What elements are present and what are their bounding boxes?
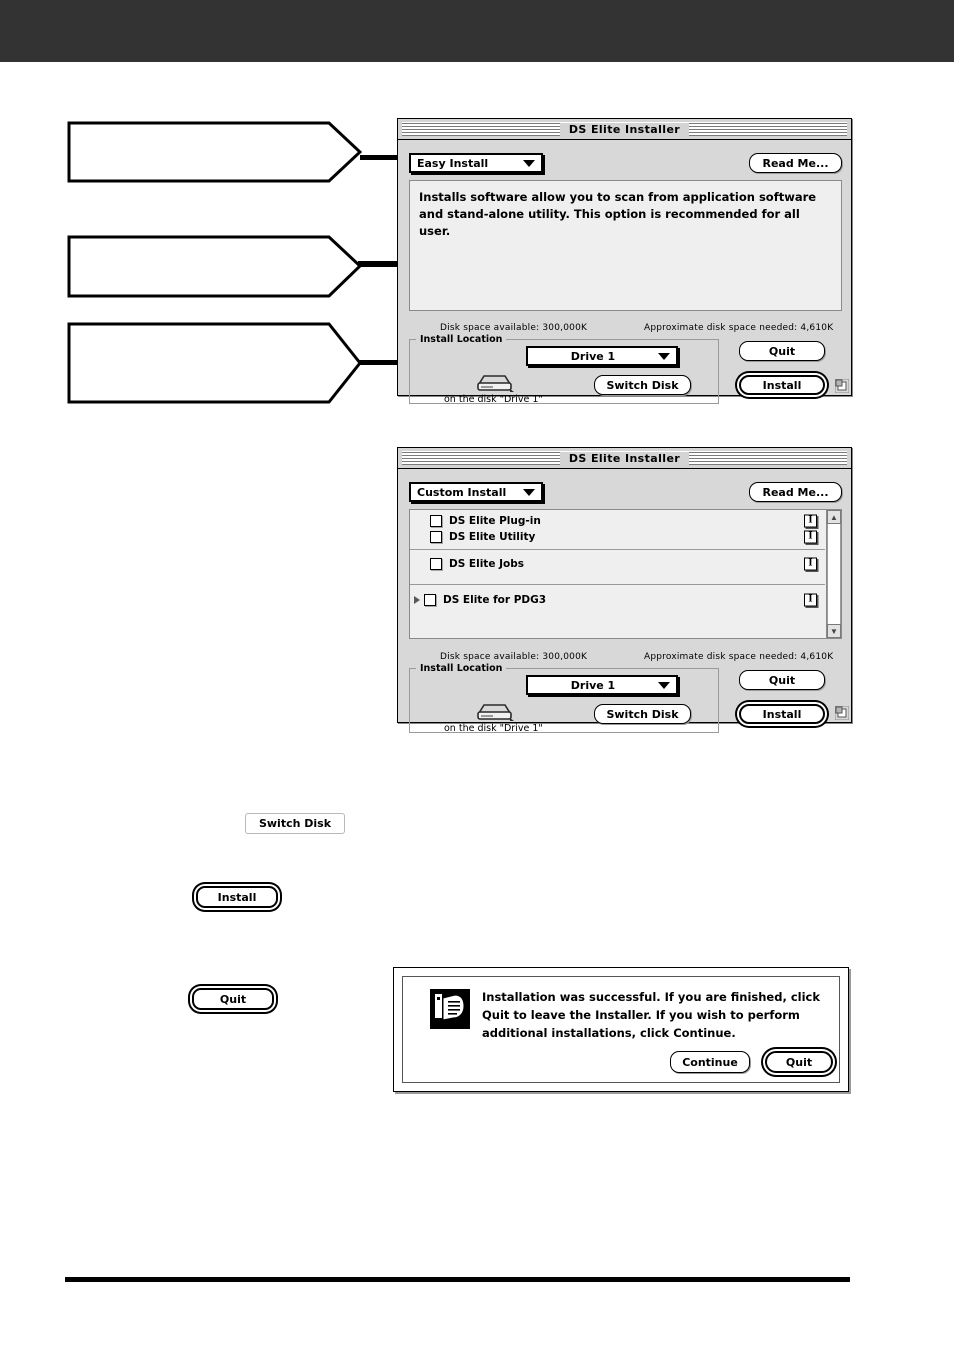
hard-disk-icon	[477, 375, 514, 392]
list-item-label: DS Elite for PDG3	[443, 594, 547, 606]
dialog-quit-label: Quit	[785, 1055, 813, 1069]
callout-install-type	[67, 121, 362, 183]
quit-button-custom[interactable]: Quit	[739, 670, 825, 690]
destination-drive-popup-label: Drive 1	[570, 349, 616, 363]
scroll-down-arrow-icon[interactable]: ▼	[827, 624, 841, 638]
info-icon[interactable]: I	[804, 593, 817, 607]
switch-disk-button-label: Switch Disk	[606, 707, 679, 721]
disclosure-triangle-icon[interactable]	[414, 596, 420, 604]
list-group: DS Elite for PDG3 I	[410, 592, 825, 656]
disk-space-available-easy: Disk space available: 300,000K	[440, 323, 588, 333]
installer-document-icon	[430, 989, 470, 1029]
custom-install-window-title: DS Elite Installer	[559, 451, 690, 465]
scroll-up-arrow-icon[interactable]: ▲	[827, 510, 841, 524]
info-icon[interactable]: I	[804, 557, 817, 571]
list-group: DS Elite Jobs I	[410, 556, 825, 585]
install-type-popup-label: Custom Install	[417, 485, 507, 499]
chevron-down-icon	[658, 681, 670, 689]
checkbox-ds-elite-jobs[interactable]	[430, 558, 442, 570]
list-item[interactable]: DS Elite for PDG3 I	[410, 592, 825, 608]
read-me-button-label: Read Me...	[762, 156, 829, 170]
checkbox-ds-elite-utility[interactable]	[430, 531, 442, 543]
quit-button-label: Quit	[768, 673, 796, 687]
custom-install-window: DS Elite Installer Custom Install Read M…	[397, 447, 852, 734]
info-icon[interactable]: I	[804, 530, 817, 544]
install-location-group-title-easy: Install Location	[416, 334, 507, 345]
read-me-button-label: Read Me...	[762, 485, 829, 499]
on-the-disk-label-custom: on the disk "Drive 1"	[444, 723, 543, 734]
disk-space-needed-custom: Approximate disk space needed: 4,610K	[644, 652, 834, 662]
resize-grow-box-icon[interactable]	[835, 706, 849, 720]
installation-success-message: Installation was successful. If you are …	[482, 990, 820, 1040]
install-type-popup-custom[interactable]: Custom Install	[409, 482, 543, 502]
install-list-scrollbar[interactable]: ▲ ▼	[826, 510, 841, 638]
quit-button-label: Quit	[768, 344, 796, 358]
disk-space-available-custom: Disk space available: 300,000K	[440, 652, 588, 662]
custom-install-titlebar[interactable]: DS Elite Installer	[398, 448, 851, 469]
install-location-group-title-custom: Install Location	[416, 663, 507, 674]
list-item-label: DS Elite Jobs	[449, 558, 524, 570]
disk-space-needed-easy: Approximate disk space needed: 4,610K	[644, 323, 834, 333]
switch-disk-button-easy[interactable]: Switch Disk	[594, 375, 691, 395]
info-icon[interactable]: I	[804, 514, 817, 528]
easy-install-window: DS Elite Installer Easy Install Read Me.…	[397, 118, 852, 405]
page-footer-rule	[65, 1277, 850, 1282]
chevron-down-icon	[523, 159, 535, 167]
figure-quit-label: Quit	[219, 992, 247, 1006]
install-button-label: Install	[762, 707, 802, 721]
install-description-panel: Installs software allow you to scan from…	[409, 180, 842, 311]
read-me-button-easy[interactable]: Read Me...	[749, 153, 842, 173]
destination-drive-popup-custom[interactable]: Drive 1	[526, 675, 678, 695]
on-the-disk-label-easy: on the disk "Drive 1"	[444, 394, 543, 405]
dialog-continue-label: Continue	[682, 1055, 738, 1069]
list-item-label: DS Elite Plug-in	[449, 515, 541, 527]
easy-install-window-title: DS Elite Installer	[559, 122, 690, 136]
resize-grow-box-icon[interactable]	[835, 379, 849, 393]
dialog-quit-button[interactable]: Quit	[765, 1051, 833, 1073]
list-item[interactable]: DS Elite Jobs I	[410, 556, 825, 572]
destination-drive-popup-label: Drive 1	[570, 678, 616, 692]
checkbox-ds-elite-for-pdg3[interactable]	[424, 594, 436, 606]
install-button-custom[interactable]: Install	[739, 704, 825, 724]
figure-install-label: Install	[217, 890, 257, 904]
checkbox-ds-elite-plug-in[interactable]	[430, 515, 442, 527]
switch-disk-button-custom[interactable]: Switch Disk	[594, 704, 691, 724]
figure-quit-button[interactable]: Quit	[192, 988, 274, 1010]
list-group: DS Elite Plug-in I DS Elite Utility I	[410, 513, 825, 550]
figure-switch-disk-button[interactable]: Switch Disk	[245, 813, 345, 834]
callout-destination-popup	[67, 235, 362, 298]
list-item-label: DS Elite Utility	[449, 531, 536, 543]
callout-destination-disk	[67, 322, 362, 404]
quit-button-easy[interactable]: Quit	[739, 341, 825, 361]
install-items-list[interactable]: DS Elite Plug-in I DS Elite Utility I DS…	[409, 509, 842, 639]
page-top-band	[0, 0, 954, 62]
dialog-continue-button[interactable]: Continue	[670, 1051, 750, 1073]
list-item[interactable]: DS Elite Plug-in I	[410, 513, 825, 529]
hard-disk-icon	[477, 704, 514, 721]
destination-drive-popup-easy[interactable]: Drive 1	[526, 346, 678, 366]
scrollbar-track[interactable]	[827, 524, 841, 624]
install-type-popup-label: Easy Install	[417, 156, 489, 170]
install-description-text: Installs software allow you to scan from…	[419, 190, 817, 238]
list-item[interactable]: DS Elite Utility I	[410, 529, 825, 545]
easy-install-titlebar[interactable]: DS Elite Installer	[398, 119, 851, 140]
read-me-button-custom[interactable]: Read Me...	[749, 482, 842, 502]
figure-switch-disk-label: Switch Disk	[258, 817, 332, 830]
switch-disk-button-label: Switch Disk	[606, 378, 679, 392]
chevron-down-icon	[523, 488, 535, 496]
install-button-easy[interactable]: Install	[739, 375, 825, 395]
installation-success-dialog: Installation was successful. If you are …	[393, 967, 849, 1092]
install-type-popup-easy[interactable]: Easy Install	[409, 153, 543, 173]
figure-install-button[interactable]: Install	[196, 886, 278, 908]
chevron-down-icon	[658, 352, 670, 360]
install-button-label: Install	[762, 378, 802, 392]
